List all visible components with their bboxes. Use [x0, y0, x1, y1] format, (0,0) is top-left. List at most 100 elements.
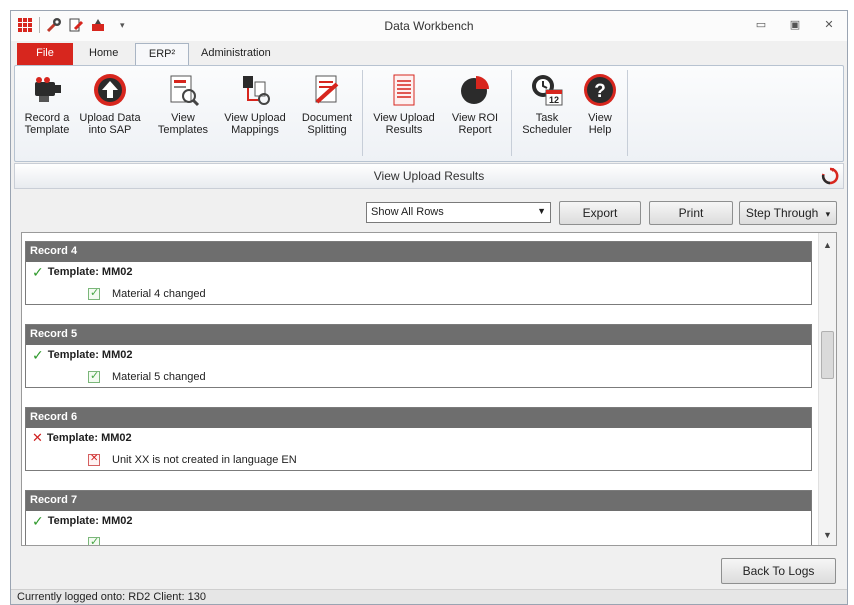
scrollbar-thumb[interactable]: [821, 331, 834, 379]
refresh-icon[interactable]: [821, 167, 839, 185]
window-controls: ▭ ▣ ✕: [753, 17, 837, 33]
record-template: ✓ Template: MM02: [26, 345, 811, 365]
document-splitting-label-1: Document: [301, 112, 353, 124]
step-through-button[interactable]: Step Through ▾: [739, 201, 837, 225]
record-card: Record 6 ✕ Template: MM02 Unit XX is not…: [25, 407, 812, 471]
record-template-label-1: Record a: [24, 112, 70, 124]
close-button[interactable]: ✕: [821, 17, 837, 33]
record-message: Material 4 changed: [26, 282, 811, 304]
record-template-icon: [35, 77, 61, 102]
message-text: Material 5 changed: [112, 371, 206, 383]
success-checkbox-icon: [88, 369, 100, 383]
view-roi-report-label-1: View ROI: [451, 112, 499, 124]
upload-results-icon: [393, 74, 415, 106]
calendar-icon: 12: [532, 75, 563, 106]
record-template: ✓ Template: MM02: [26, 511, 811, 531]
view-upload-mappings-button[interactable]: View Upload Mappings: [220, 72, 290, 136]
scroll-up-icon[interactable]: ▲: [819, 237, 836, 253]
success-check-icon: ✓: [32, 263, 44, 280]
record-card: Record 5 ✓ Template: MM02 Material 5 cha…: [25, 324, 812, 388]
record-card: Record 4 ✓ Template: MM02 Material 4 cha…: [25, 241, 812, 305]
task-scheduler-button[interactable]: 12 Task Scheduler: [517, 72, 577, 136]
view-roi-report-button[interactable]: View ROI Report: [445, 72, 505, 136]
chevron-down-icon: ▾: [825, 209, 831, 219]
tab-file[interactable]: File: [17, 43, 73, 65]
view-templates-label-1: View: [171, 112, 195, 124]
error-x-icon: ✕: [32, 430, 43, 445]
view-upload-mappings-label-1: View Upload: [224, 112, 286, 124]
document-splitting-icon: [315, 75, 339, 104]
upload-data-label-2: into SAP: [88, 124, 132, 136]
record-message: Material 5 changed: [26, 365, 811, 387]
back-to-logs-button[interactable]: Back To Logs: [721, 558, 836, 584]
view-templates-label-2: Templates: [157, 124, 209, 136]
view-upload-results-label-2: Results: [385, 124, 423, 136]
minimize-button[interactable]: ▭: [753, 17, 769, 33]
view-upload-mappings-label-2: Mappings: [231, 124, 279, 136]
record-header: Record 4: [26, 242, 811, 262]
document-splitting-button[interactable]: Document Splitting: [297, 72, 357, 136]
row-filter-select[interactable]: Show All Rows ▼: [366, 202, 551, 223]
mappings-icon: [243, 76, 270, 105]
vertical-scrollbar[interactable]: ▲ ▼: [818, 233, 836, 545]
record-template: ✓ Template: MM02: [26, 262, 811, 282]
template-name: Template: MM02: [47, 515, 133, 527]
chevron-down-icon: ▼: [537, 206, 546, 216]
record-header: Record 5: [26, 325, 811, 345]
tab-home[interactable]: Home: [81, 43, 126, 65]
record-template: ✕ Template: MM02: [26, 428, 811, 448]
ribbon: Record a Template Upload Data into SAP V…: [14, 65, 844, 162]
record-template-label-2: Template: [24, 124, 70, 136]
app-window: ▾ Data Workbench ▭ ▣ ✕ File Home ERP² Ad…: [10, 10, 848, 605]
upload-data-label-1: Upload Data: [79, 112, 141, 124]
view-templates-icon: [170, 75, 200, 107]
record-header: Record 6: [26, 408, 811, 428]
upload-data-button[interactable]: Upload Data into SAP: [79, 72, 141, 136]
view-upload-results-button[interactable]: View Upload Results: [369, 72, 439, 136]
record-template-button[interactable]: Record a Template: [19, 72, 75, 136]
print-button[interactable]: Print: [649, 201, 733, 225]
view-help-label-2: Help: [588, 124, 612, 136]
success-check-icon: ✓: [32, 346, 44, 363]
record-message: [26, 531, 811, 545]
ribbon-group-divider: [362, 70, 363, 156]
tab-administration[interactable]: Administration: [193, 43, 279, 65]
success-check-icon: ✓: [32, 512, 44, 529]
record-card: Record 7 ✓ Template: MM02: [25, 490, 812, 545]
svg-text:12: 12: [549, 95, 559, 105]
success-checkbox-icon: [88, 535, 100, 545]
document-splitting-label-2: Splitting: [307, 124, 347, 136]
message-text: Unit XX is not created in language EN: [112, 454, 297, 466]
view-help-button[interactable]: ? View Help: [575, 72, 625, 136]
view-templates-button[interactable]: View Templates: [155, 72, 211, 136]
svg-text:?: ?: [594, 81, 606, 102]
section-header: View Upload Results: [14, 163, 844, 189]
template-name: Template: MM02: [47, 266, 133, 278]
task-scheduler-label-1: Task: [535, 112, 559, 124]
help-icon: ?: [584, 74, 616, 106]
window-title: Data Workbench: [384, 19, 474, 33]
task-scheduler-label-2: Scheduler: [522, 124, 572, 136]
template-name: Template: MM02: [47, 349, 133, 361]
view-roi-report-label-2: Report: [458, 124, 492, 136]
success-checkbox-icon: [88, 286, 100, 300]
status-bar: Currently logged onto: RD2 Client: 130: [11, 589, 847, 604]
export-button[interactable]: Export: [559, 201, 641, 225]
record-header: Record 7: [26, 491, 811, 511]
ribbon-tabs: File Home ERP² Administration: [11, 43, 847, 65]
view-help-label-1: View: [588, 112, 612, 124]
maximize-button[interactable]: ▣: [787, 17, 803, 33]
ribbon-group-divider: [511, 70, 512, 156]
section-title: View Upload Results: [373, 169, 485, 183]
upload-icon: [94, 74, 126, 106]
results-list[interactable]: Record 4 ✓ Template: MM02 Material 4 cha…: [21, 232, 837, 546]
step-through-label: Step Through: [745, 206, 819, 220]
scroll-down-icon[interactable]: ▼: [819, 527, 836, 543]
pie-chart-icon: [461, 76, 489, 104]
title-bar: ▾ Data Workbench ▭ ▣ ✕: [11, 11, 847, 41]
error-checkbox-icon: [88, 453, 100, 466]
record-message: Unit XX is not created in language EN: [26, 448, 811, 470]
template-name: Template: MM02: [46, 432, 132, 444]
tab-erp[interactable]: ERP²: [135, 43, 189, 65]
view-upload-results-label-1: View Upload: [373, 112, 435, 124]
